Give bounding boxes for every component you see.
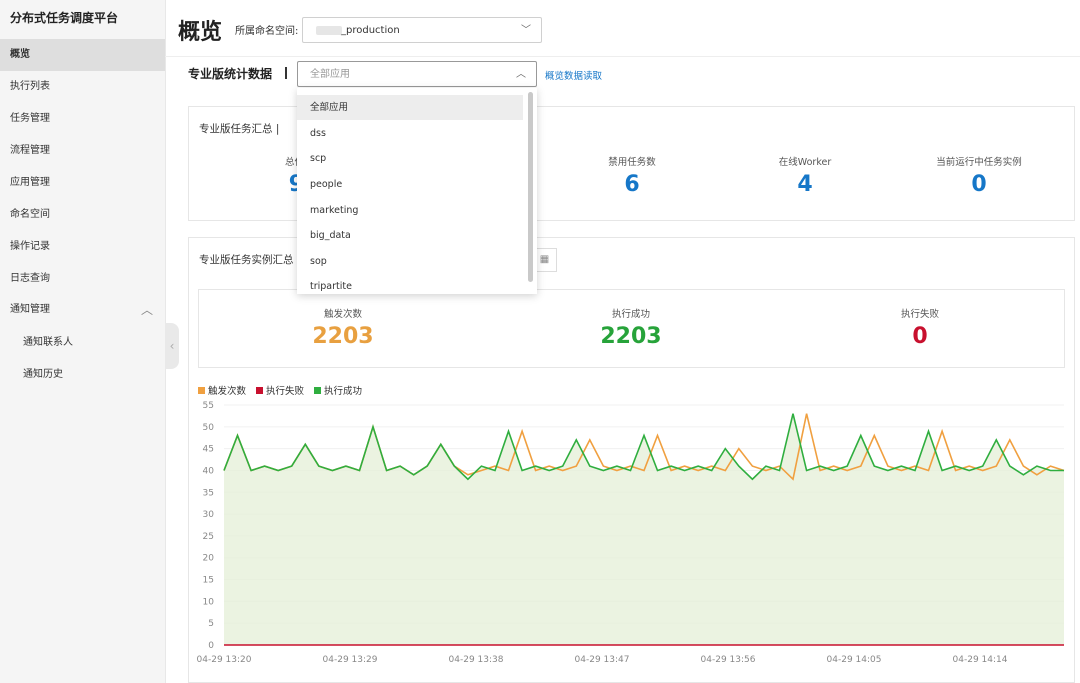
overview-read-link[interactable]: 概览数据读取 (545, 68, 602, 82)
stat-value: 6 (624, 172, 640, 197)
dropdown-option[interactable]: scp (297, 146, 523, 171)
stat-disabled-tasks: 禁用任务数 6 (552, 154, 712, 197)
stat-failure-count: 执行失败 0 (840, 306, 1000, 349)
legend-label: 触发次数 (208, 386, 247, 397)
stat-label: 当前运行中任务实例 (936, 157, 1022, 168)
sidebar-item-label: 通知管理 (10, 304, 50, 315)
card-title: 专业版任务汇总 | (199, 123, 280, 135)
chart-legend[interactable]: 触发次数 执行失败 执行成功 (198, 383, 362, 397)
sidebar-collapse-handle[interactable]: ‹ (165, 323, 179, 369)
sidebar-item-workflows[interactable]: 流程管理 (0, 135, 165, 167)
stat-value: 4 (797, 172, 813, 197)
stat-label: 在线Worker (778, 157, 832, 168)
dropdown-option[interactable]: dss (297, 121, 523, 146)
dropdown-scrollbar[interactable] (528, 92, 533, 282)
stat-label: 执行失败 (900, 309, 939, 320)
sidebar-item-operation-log[interactable]: 操作记录 (0, 231, 165, 263)
section-separator (285, 67, 287, 79)
sidebar-item-namespaces[interactable]: 命名空间 (0, 199, 165, 231)
stat-value: 2203 (600, 324, 662, 349)
legend-swatch (314, 387, 322, 394)
app-select[interactable]: 全部应用 ︿ (297, 61, 537, 87)
legend-swatch (198, 387, 205, 394)
legend-item-trigger[interactable]: 触发次数 (198, 383, 246, 397)
stat-online-workers: 在线Worker 4 (725, 154, 885, 197)
sidebar-item-executions[interactable]: 执行列表 (0, 71, 165, 103)
instance-stats-panel: 触发次数 2203 执行成功 2203 执行失败 0 (198, 289, 1065, 368)
chevron-left-icon: ‹ (169, 339, 175, 353)
dropdown-option[interactable]: tripartite (297, 274, 523, 294)
stat-value: 0 (971, 172, 987, 197)
namespace-value: _production (341, 25, 400, 36)
dropdown-option[interactable]: sop (297, 249, 523, 274)
page-title: 概览 (178, 20, 223, 45)
sidebar: 分布式任务调度平台 概览 执行列表 任务管理 流程管理 应用管理 命名空间 操作… (0, 0, 166, 683)
task-summary-title: 专业版任务汇总 (199, 123, 273, 135)
stat-label: 触发次数 (323, 309, 362, 320)
sidebar-item-log-query[interactable]: 日志查询 (0, 263, 165, 295)
legend-item-fail[interactable]: 执行失败 (256, 383, 304, 397)
chevron-up-icon: ︿ (516, 69, 526, 80)
sidebar-item-notify-contacts[interactable]: 通知联系人 (0, 327, 165, 359)
namespace-label: 所属命名空间: (235, 26, 299, 37)
dropdown-option[interactable]: 全部应用 (297, 95, 523, 120)
stat-value: 2203 (312, 324, 374, 349)
sidebar-item-tasks[interactable]: 任务管理 (0, 103, 165, 135)
legend-swatch (256, 387, 264, 394)
sidebar-item-overview[interactable]: 概览 (0, 39, 165, 71)
legend-label: 执行成功 (324, 386, 363, 397)
chevron-up-icon: ︿ (140, 303, 153, 317)
chevron-down-icon: ﹀ (521, 25, 531, 36)
app-select-value: 全部应用 (310, 69, 350, 80)
dropdown-option[interactable]: marketing (297, 198, 523, 223)
instance-summary-title: 专业版任务实例汇总 (199, 254, 294, 266)
legend-label: 执行失败 (266, 386, 305, 397)
app-select-dropdown[interactable]: 全部应用 dss scp people marketing big_data s… (297, 88, 537, 294)
dropdown-option[interactable]: big_data (297, 223, 523, 248)
stat-running-instances: 当前运行中任务实例 0 (899, 154, 1059, 197)
sidebar-item-apps[interactable]: 应用管理 (0, 167, 165, 199)
sidebar-item-notify-history[interactable]: 通知历史 (0, 359, 165, 391)
app-brand: 分布式任务调度平台 (10, 11, 119, 25)
header-divider (165, 56, 1080, 57)
sidebar-item-notifications[interactable]: 通知管理 ︿ (0, 294, 165, 326)
stat-success-count: 执行成功 2203 (551, 306, 711, 349)
legend-item-success[interactable]: 执行成功 (314, 383, 362, 397)
namespace-redacted-prefix (316, 26, 342, 35)
dropdown-option[interactable]: people (297, 172, 523, 197)
stat-label: 执行成功 (611, 309, 650, 320)
section-title: 专业版统计数据 (188, 67, 273, 81)
stat-trigger-count: 触发次数 2203 (263, 306, 423, 349)
stat-value: 0 (912, 324, 928, 349)
stat-label: 禁用任务数 (608, 157, 656, 168)
